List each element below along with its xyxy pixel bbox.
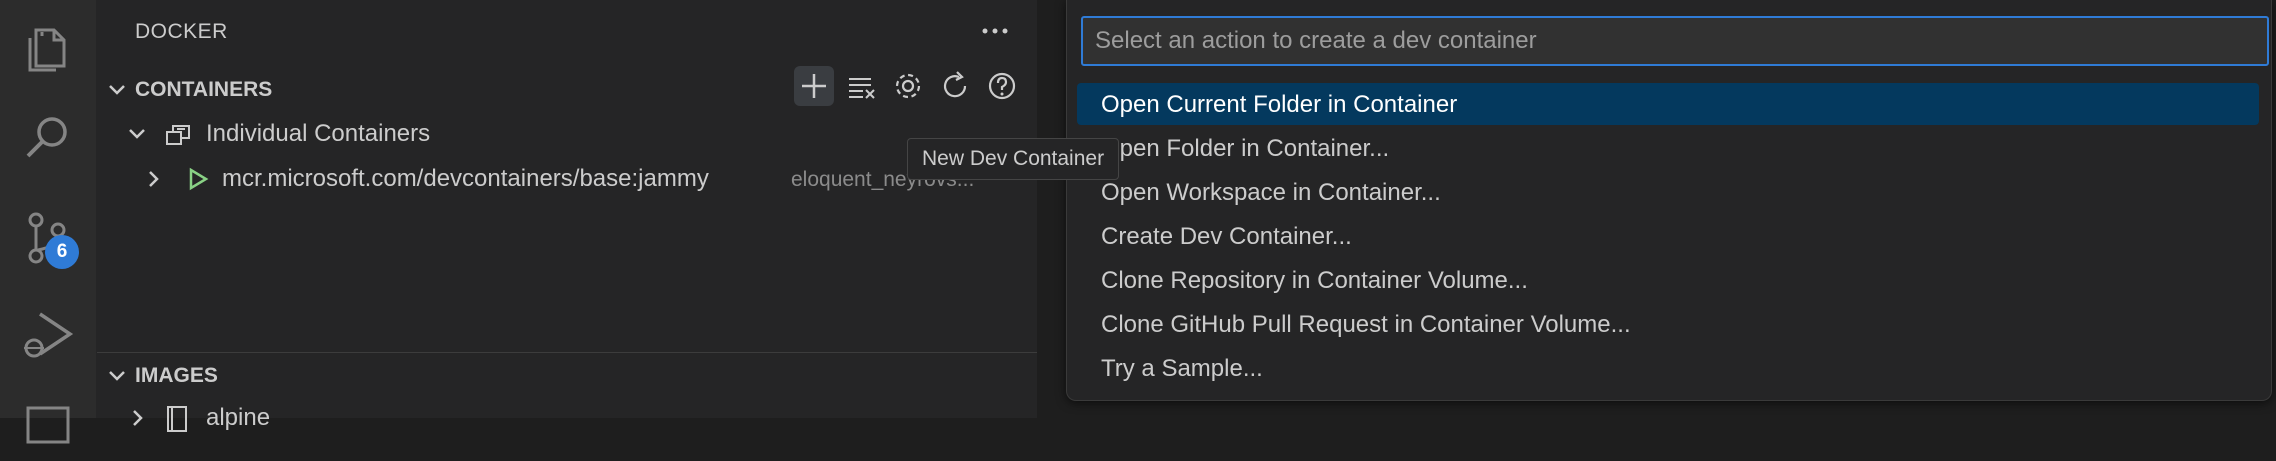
- quick-pick-item[interactable]: Open Workspace in Container...: [1077, 171, 2259, 213]
- quick-pick-item-label: Open Workspace in Container...: [1101, 179, 1441, 206]
- running-icon: [189, 167, 209, 191]
- image-name: alpine: [206, 404, 271, 431]
- search-icon[interactable]: [18, 108, 78, 168]
- chevron-down-icon: [129, 129, 145, 139]
- docker-sidebar: DOCKER CONTAINERS Individual Containers …: [97, 0, 1120, 432]
- refresh-icon[interactable]: [935, 66, 975, 106]
- help-icon[interactable]: [982, 66, 1022, 106]
- chevron-down-icon: [109, 85, 125, 95]
- images-section-header[interactable]: IMAGES: [97, 356, 1037, 396]
- add-icon[interactable]: [794, 66, 834, 106]
- quick-pick-item[interactable]: Clone GitHub Pull Request in Container V…: [1077, 303, 2259, 345]
- quick-pick-item[interactable]: Open Folder in Container...: [1077, 127, 2259, 169]
- quick-pick-item-label: Clone GitHub Pull Request in Container V…: [1101, 311, 1631, 338]
- container-row[interactable]: mcr.microsoft.com/devcontainers/base:jam…: [97, 159, 1037, 199]
- gear-icon[interactable]: [888, 66, 928, 106]
- quick-pick-item-label: Create Dev Container...: [1101, 223, 1352, 250]
- explorer-icon[interactable]: [18, 18, 78, 78]
- images-section-label: IMAGES: [135, 364, 218, 387]
- chevron-down-icon: [109, 371, 125, 381]
- container-name: mcr.microsoft.com/devcontainers/base:jam…: [222, 165, 709, 192]
- chevron-right-icon: [133, 410, 143, 426]
- prune-icon[interactable]: [841, 66, 881, 106]
- more-actions-icon[interactable]: [975, 14, 1015, 48]
- image-icon: [167, 406, 187, 432]
- chevron-right-icon: [149, 171, 159, 187]
- quick-pick-item-label: Clone Repository in Container Volume...: [1101, 267, 1528, 294]
- containers-section-label: CONTAINERS: [135, 78, 273, 101]
- new-dev-container-tooltip: New Dev Container: [907, 138, 1120, 180]
- quick-pick-input[interactable]: [1081, 16, 2269, 66]
- panel-icon[interactable]: [18, 396, 78, 456]
- sidebar-title: DOCKER: [135, 20, 228, 43]
- container-group-label: Individual Containers: [206, 120, 431, 147]
- quick-pick-item[interactable]: Try a Sample...: [1077, 347, 2259, 389]
- quick-pick-item-label: Open Current Folder in Container: [1101, 91, 1458, 118]
- quick-pick-item[interactable]: Create Dev Container...: [1077, 215, 2259, 257]
- container-group-icon: [166, 125, 190, 145]
- image-row[interactable]: alpine: [97, 398, 1037, 438]
- source-control-badge: 6: [45, 235, 79, 269]
- activity-bar: 6: [0, 0, 97, 444]
- quick-pick-item-label: Try a Sample...: [1101, 355, 1263, 382]
- quick-pick-item[interactable]: Clone Repository in Container Volume...: [1077, 259, 2259, 301]
- section-divider: [97, 352, 1037, 353]
- container-group-row[interactable]: Individual Containers: [97, 114, 1037, 154]
- run-debug-icon[interactable]: [18, 304, 78, 364]
- quick-pick: Open Current Folder in Container Open Fo…: [1066, 0, 2272, 401]
- quick-pick-item[interactable]: Open Current Folder in Container: [1077, 83, 2259, 125]
- quick-pick-item-label: Open Folder in Container...: [1101, 135, 1390, 162]
